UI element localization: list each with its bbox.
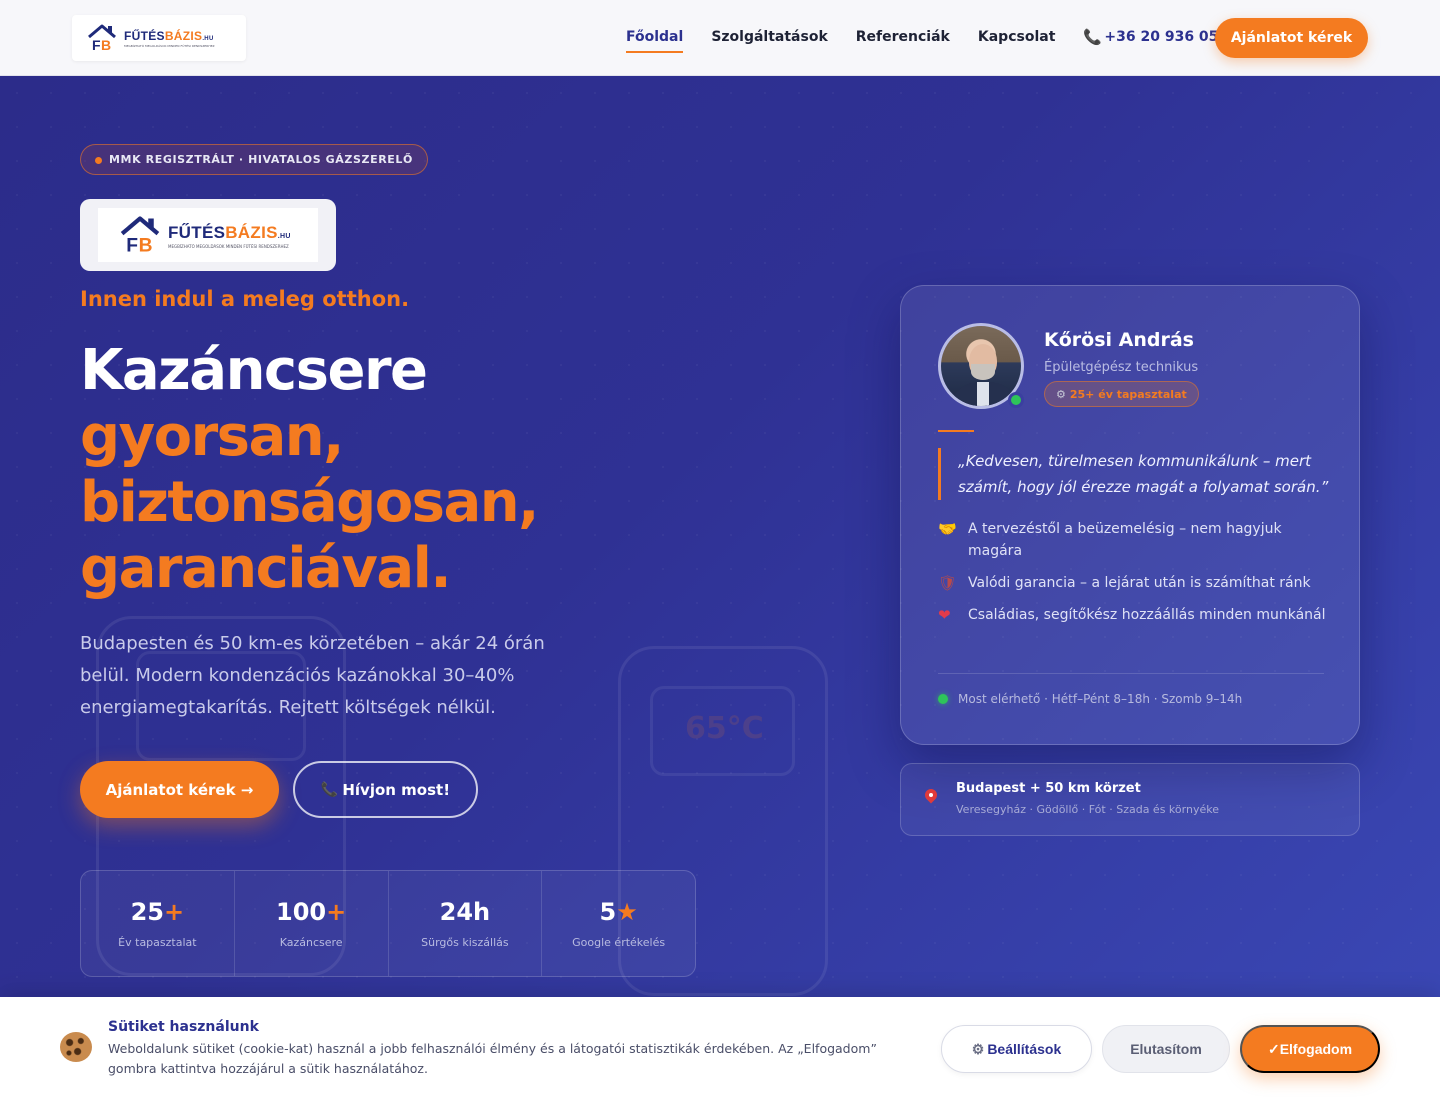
badge-dot-icon [95,157,102,164]
experience-badge-text: 25+ év tapasztalat [1069,387,1187,401]
main-menu: Főoldal Szolgáltatások Referenciák Kapcs… [626,28,1238,53]
cookie-icon [60,1032,92,1062]
phone-icon: 📞 [320,781,339,798]
stat-label: Kazáncsere [279,936,343,949]
phone-icon: 📞 [1083,28,1103,46]
cookie-reject-button[interactable]: Elutasítom [1102,1025,1230,1073]
nav-link-references[interactable]: Referenciák [856,29,950,45]
availability-status: Most elérhető · Hétf–Pént 8–18h · Szomb … [938,692,1242,706]
hero-section: 65°C MMK REGISZTRÁLT · HIVATALOS GÁZSZER… [0,76,1440,997]
hero-logo-card: F B FŰTÉSBÁZIS.HU MEGBÍZHATÓ MEGOLDÁSOK … [80,199,336,271]
site-logo[interactable]: F B FŰTÉSBÁZIS.HU MEGBÍZHATÓ MEGOLDÁSOK … [72,15,246,61]
hero-quote-button[interactable]: Ajánlatot kérek → [80,761,279,818]
feature-text: A tervezéstől a beüzemelésig – nem hagyj… [968,521,1282,559]
registration-badge: MMK REGISZTRÁLT · HIVATALOS GÁZSZERELŐ [80,144,428,175]
card-divider-accent [938,430,974,432]
registration-badge-text: MMK REGISZTRÁLT · HIVATALOS GÁZSZERELŐ [109,153,413,166]
nav-link-services[interactable]: Szolgáltatások [711,29,827,45]
house-logo-icon: F B [120,216,160,257]
nav-quote-button[interactable]: Ajánlatot kérek [1215,18,1368,58]
cookie-settings-button[interactable]: ⚙ Beállítások [941,1025,1092,1073]
hero-heading: Kazáncsere gyorsan, biztonságosan, garan… [80,338,539,602]
svg-text:B: B [139,236,153,257]
stats-panel: 25+ Év tapasztalat 100+ Kazáncsere 24h S… [80,870,696,977]
hero-call-button-label: Hívjon most! [342,780,451,799]
stat-label: Google értékelés [572,936,666,949]
svg-text:B: B [101,37,111,53]
card-separator [938,673,1324,674]
hero-heading-line-1: Kazáncsere [80,338,428,403]
hero-heading-line-3: biztonságosan, [80,470,539,535]
cookie-title: Sütiket használunk [108,1019,259,1035]
top-navbar: F B FŰTÉSBÁZIS.HU MEGBÍZHATÓ MEGOLDÁSOK … [0,0,1440,76]
stat-experience: 25+ Év tapasztalat [81,871,235,976]
feature-list: 🤝 A tervezéstől a beüzemelésig – nem hag… [938,518,1333,636]
svg-text:F: F [92,37,101,53]
cookie-consent-bar: Sütiket használunk Weboldalunk sütiket (… [0,997,1440,1100]
service-area-card: Budapest + 50 km körzet Veresegyház · Gö… [900,763,1360,836]
hero-call-button[interactable]: 📞 Hívjon most! [293,761,478,818]
cookie-text: Weboldalunk sütiket (cookie-kat) használ… [108,1041,877,1076]
experience-badge: ⚙ 25+ év tapasztalat [1044,381,1199,407]
hero-heading-line-2: gyorsan, [80,404,344,469]
star-icon: ★ [616,898,638,926]
stat-boiler-replacements: 100+ Kazáncsere [235,871,389,976]
logo-wordmark: FŰTÉSBÁZIS.HU [124,29,214,43]
house-logo-icon: F B [88,24,116,53]
online-status-dot [1008,392,1024,408]
feature-item: ❤ Családias, segítőkész hozzáállás minde… [938,604,1333,626]
shield-icon: 🛡 [938,574,958,592]
service-area-title: Budapest + 50 km körzet [956,781,1141,796]
gear-icon: ⚙ [1056,387,1066,401]
service-area-towns: Veresegyház · Gödöllő · Fót · Szada és k… [956,803,1219,816]
hero-logo-wordmark: FŰTÉSBÁZIS.HU [168,222,291,242]
feature-text: Családias, segítőkész hozzáállás minden … [968,607,1326,623]
nav-link-home[interactable]: Főoldal [626,29,684,53]
stat-label: Sürgős kiszállás [421,936,509,949]
availability-text: Most elérhető · Hétf–Pént 8–18h · Szomb … [958,692,1243,706]
technician-profile-card: Kőrösi András Épületgépész technikus ⚙ 2… [900,285,1360,745]
feature-item: 🛡 Valódi garancia – a lejárat után is sz… [938,572,1333,594]
map-pin-icon [924,789,938,807]
feature-text: Valódi garancia – a lejárat után is szám… [968,575,1311,591]
gear-icon: ⚙ [971,1040,985,1057]
nav-link-contact[interactable]: Kapcsolat [978,29,1056,45]
svg-text:F: F [126,236,138,257]
stat-google-rating: 5★ Google értékelés [572,898,666,949]
logo-slogan: MEGBÍZHATÓ MEGOLDÁSOK MINDEN FŰTÉSI REND… [124,44,215,47]
hero-logo-slogan: MEGBÍZHATÓ MEGOLDÁSOK MINDEN FŰTÉSI REND… [168,243,289,248]
hero-description: Budapesten és 50 km-es körzetében – akár… [80,633,545,718]
technician-role: Épületgépész technikus [1044,360,1199,375]
heart-icon: ❤ [938,606,951,624]
cookie-accept-button[interactable]: ✓Elfogadom [1240,1025,1380,1073]
ghost-temperature-display: 65°C [685,711,764,746]
stat-urgent-dispatch: 24h Sürgős kiszállás [389,871,543,976]
handshake-icon: 🤝 [938,520,957,538]
feature-item: 🤝 A tervezéstől a beüzemelésig – nem hag… [938,518,1333,562]
stat-label: Év tapasztalat [118,936,197,949]
hero-heading-line-4: garanciával. [80,536,452,601]
available-dot-icon [938,694,948,704]
hero-tagline: Innen indul a meleg otthon. [80,287,410,311]
cookie-settings-label: Beállítások [987,1041,1062,1057]
technician-quote: „Kedvesen, türelmesen kommunikálunk – me… [938,448,1333,500]
technician-name: Kőrösi András [1044,329,1194,351]
